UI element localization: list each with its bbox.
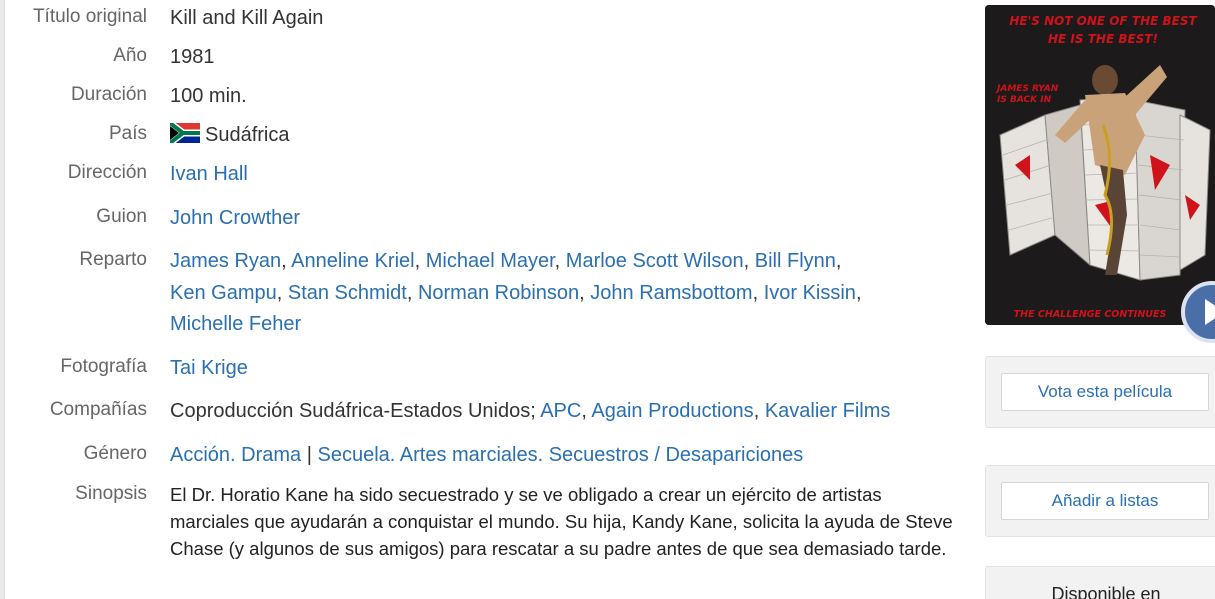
cast-link[interactable]: Norman Robinson: [418, 282, 579, 304]
director-link[interactable]: Ivan Hall: [170, 163, 248, 185]
poster-artwork: HE'S NOT ONE OF THE BEST HE IS THE BEST!…: [985, 5, 1215, 325]
value-script: John Crowther: [170, 203, 965, 235]
value-companies: Coproducción Sudáfrica-Estados Unidos; A…: [170, 400, 891, 422]
label-duration: Duración: [70, 84, 147, 105]
company-link[interactable]: Kavalier Films: [765, 400, 891, 422]
cast-link[interactable]: Ken Gampu: [170, 282, 277, 304]
topic-link[interactable]: Secuestros / Desapariciones: [549, 444, 804, 466]
poster-tagline-bottom: THE CHALLENGE CONTINUES: [1014, 309, 1167, 320]
availability-box: Disponible en: [985, 566, 1215, 599]
country-name: Sudáfrica: [205, 124, 290, 146]
poster-side-text-1: JAMES RYAN: [995, 84, 1059, 94]
lists-box: Añadir a listas: [985, 465, 1215, 537]
cast-link[interactable]: Stan Schmidt: [288, 282, 407, 304]
company-link[interactable]: Again Productions: [591, 400, 753, 422]
value-cast: James Ryan, Anneline Kriel, Michael Maye…: [170, 250, 862, 335]
play-trailer-button[interactable]: [1181, 281, 1215, 343]
add-to-lists-button[interactable]: Añadir a listas: [1001, 482, 1209, 520]
value-original-title: Kill and Kill Again: [170, 7, 324, 29]
topic-link[interactable]: Artes marciales: [400, 444, 538, 466]
genre-link[interactable]: Drama: [241, 444, 301, 466]
south-africa-flag-icon: [170, 123, 200, 143]
company-link[interactable]: APC: [540, 400, 581, 422]
cast-link[interactable]: Bill Flynn: [755, 250, 836, 272]
movie-poster[interactable]: HE'S NOT ONE OF THE BEST HE IS THE BEST!…: [985, 5, 1215, 325]
label-companies: Compañías: [49, 399, 147, 420]
label-synopsis: Sinopsis: [75, 483, 147, 504]
genre-separator: |: [301, 444, 318, 466]
label-direction: Dirección: [67, 162, 147, 183]
cast-link[interactable]: John Ramsbottom: [590, 282, 752, 304]
poster-tagline-top-2: HE IS THE BEST!: [1048, 32, 1158, 46]
vote-box: Vota esta película: [985, 356, 1215, 428]
value-year: 1981: [170, 46, 215, 68]
label-script: Guion: [96, 206, 147, 227]
vote-button[interactable]: Vota esta película: [1001, 373, 1209, 411]
label-cast: Reparto: [79, 249, 147, 270]
play-icon: [1205, 299, 1215, 325]
label-genre: Género: [83, 443, 147, 464]
value-duration: 100 min.: [170, 85, 247, 107]
label-original-title: Título original: [32, 6, 147, 27]
topic-link[interactable]: Secuela: [317, 444, 389, 466]
value-photography: Tai Krige: [170, 353, 965, 385]
value-genre: Acción. Drama | Secuela. Artes marciales…: [170, 444, 804, 466]
label-country: País: [108, 123, 147, 144]
cast-link[interactable]: James Ryan: [170, 250, 281, 272]
label-year: Año: [113, 45, 147, 66]
cast-link[interactable]: Michelle Feher: [170, 313, 301, 335]
photographer-link[interactable]: Tai Krige: [170, 357, 248, 379]
poster-tagline-top-1: HE'S NOT ONE OF THE BEST: [1009, 14, 1197, 28]
cast-link[interactable]: Michael Mayer: [426, 250, 555, 272]
available-title: Disponible en: [1051, 584, 1161, 599]
cast-link[interactable]: Marloe Scott Wilson: [566, 250, 744, 272]
cast-link[interactable]: Anneline Kriel: [291, 250, 414, 272]
genre-link[interactable]: Acción: [170, 444, 230, 466]
value-country: Sudáfrica: [170, 120, 965, 152]
companies-prefix: Coproducción Sudáfrica-Estados Unidos;: [170, 400, 541, 422]
cast-link[interactable]: Ivor Kissin: [764, 282, 856, 304]
label-photography: Fotografía: [60, 356, 147, 377]
value-synopsis: El Dr. Horatio Kane ha sido secuestrado …: [170, 484, 953, 559]
poster-side-text-2: IS BACK IN: [997, 95, 1052, 105]
value-direction: Ivan Hall: [170, 159, 965, 191]
writer-link[interactable]: John Crowther: [170, 207, 300, 229]
